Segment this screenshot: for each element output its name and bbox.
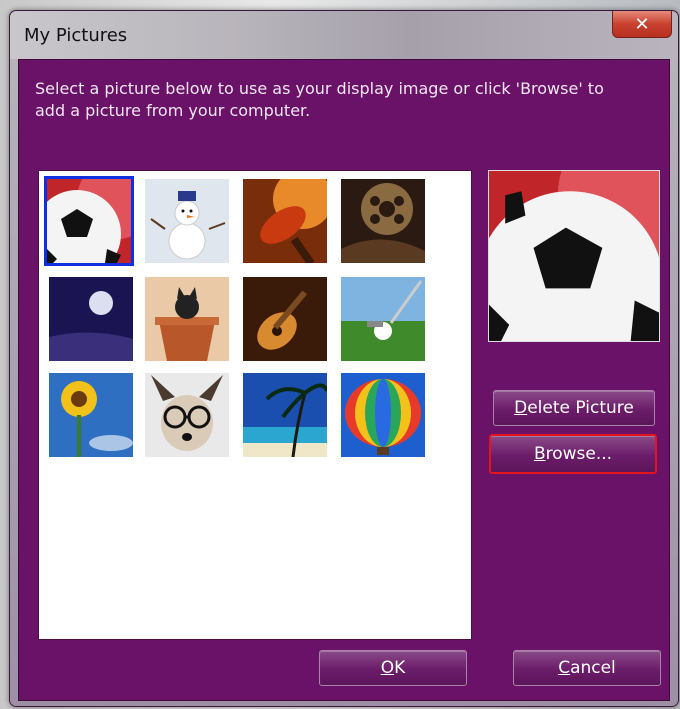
close-button[interactable]: ✕ [612, 11, 672, 38]
selected-picture-preview [488, 170, 660, 342]
thumbnail-golf-ball[interactable] [341, 277, 425, 361]
close-icon: ✕ [634, 13, 650, 35]
dialog-title: My Pictures [24, 25, 128, 46]
picture-gallery [38, 170, 472, 640]
browse-mnemonic: B [533, 444, 546, 464]
thumbnail-sunflower[interactable] [49, 373, 133, 457]
browse-button[interactable]: Browse... [489, 434, 657, 474]
thumbnail-soccer-ball[interactable] [44, 176, 134, 266]
dog-with-glasses-picture [145, 373, 229, 457]
hot-air-balloon-picture [341, 373, 425, 457]
my-pictures-dialog: My Pictures ✕ Select a picture below to … [9, 10, 679, 707]
thumbnail-hot-air-balloon[interactable] [341, 373, 425, 457]
film-reel-picture [341, 179, 425, 263]
ok-label: K [394, 658, 406, 678]
snowman-picture [145, 179, 229, 263]
thumbnail-beach-palms[interactable] [243, 373, 327, 457]
instruction-text: Select a picture below to use as your di… [35, 79, 604, 120]
ok-button[interactable]: OK [319, 650, 467, 686]
cancel-button[interactable]: Cancel [513, 650, 661, 686]
golf-ball-picture [341, 277, 425, 361]
cancel-mnemonic: C [558, 658, 571, 678]
dialog-body: Select a picture below to use as your di… [18, 59, 670, 701]
browse-label: rowse... [545, 444, 613, 464]
thumbnail-cat-in-pot[interactable] [145, 277, 229, 361]
title-bar[interactable]: My Pictures ✕ [10, 11, 678, 59]
delete-label: elete Picture [527, 398, 634, 418]
thumbnail-tennis-racket[interactable] [243, 179, 327, 263]
soccer-ball-preview-image [489, 171, 659, 341]
tennis-racket-picture [243, 179, 327, 263]
thumbnail-moon[interactable] [49, 277, 133, 361]
soccer-ball-picture [47, 179, 131, 263]
beach-palms-picture [243, 373, 327, 457]
thumbnail-guitar[interactable] [243, 277, 327, 361]
ok-mnemonic: O [380, 658, 395, 678]
delete-picture-button[interactable]: Delete Picture [493, 390, 655, 426]
delete-mnemonic: D [514, 398, 528, 418]
moon-picture [49, 277, 133, 361]
cancel-label: ancel [570, 658, 616, 678]
sunflower-picture [49, 373, 133, 457]
cat-in-pot-picture [145, 277, 229, 361]
guitar-picture [243, 277, 327, 361]
thumbnail-dog-with-glasses[interactable] [145, 373, 229, 457]
thumbnail-snowman[interactable] [145, 179, 229, 263]
thumbnail-film-reel[interactable] [341, 179, 425, 263]
